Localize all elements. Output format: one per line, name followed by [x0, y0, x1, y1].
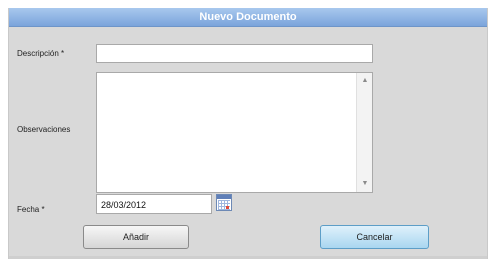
cancel-button[interactable]: Cancelar	[320, 225, 429, 249]
new-document-dialog: Nuevo Documento Descripción * Observacio…	[8, 8, 488, 259]
descripcion-label: Descripción *	[17, 49, 65, 58]
observaciones-label: Observaciones	[17, 125, 71, 134]
calendar-header-strip	[217, 195, 231, 199]
calendar-icon[interactable]	[216, 194, 232, 211]
scroll-up-arrow-icon[interactable]: ▲	[357, 75, 373, 87]
add-button[interactable]: Añadir	[83, 225, 189, 249]
dialog-title: Nuevo Documento	[9, 8, 487, 27]
fecha-label: Fecha *	[17, 205, 45, 214]
observaciones-textarea[interactable]: ▲ ▼	[96, 72, 373, 193]
observaciones-scrollbar[interactable]: ▲ ▼	[356, 73, 372, 192]
fecha-input[interactable]: 28/03/2012	[96, 194, 212, 214]
descripcion-input[interactable]	[96, 44, 373, 63]
fecha-value: 28/03/2012	[101, 200, 147, 210]
scroll-down-arrow-icon[interactable]: ▼	[357, 178, 373, 190]
calendar-marker	[226, 206, 229, 209]
